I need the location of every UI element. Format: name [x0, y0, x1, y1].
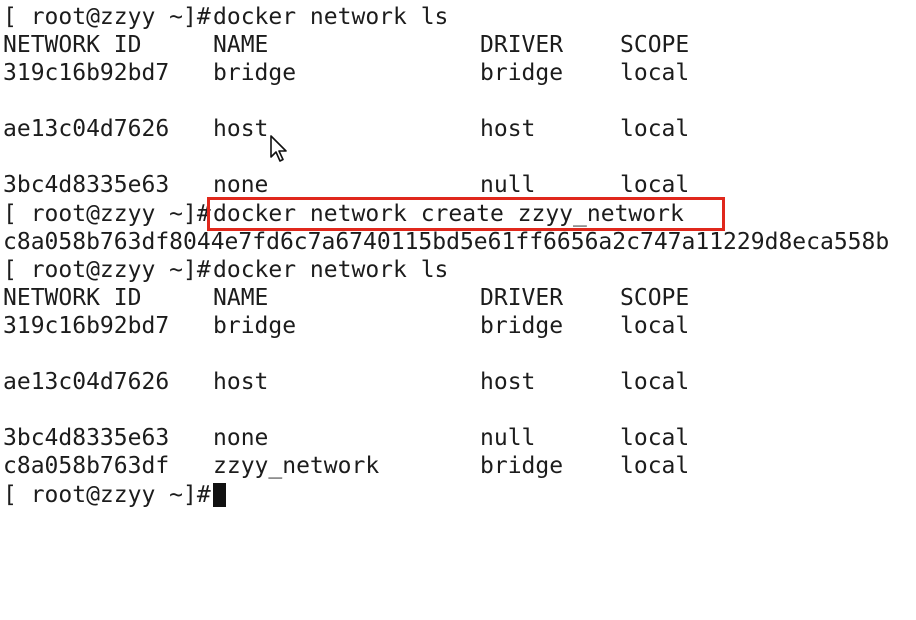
network-driver: bridge [480, 313, 564, 339]
network-id: c8a058b763df [3, 453, 170, 479]
prompt-line: [ root@zzyy ~]# docker network ls [3, 3, 448, 31]
network-scope: local [620, 60, 690, 86]
network-id: 3bc4d8335e63 [3, 425, 170, 451]
mouse-pointer-icon [270, 135, 287, 162]
prompt: [ root@zzyy ~]# [3, 4, 225, 30]
header-name: NAME [213, 32, 269, 58]
active-prompt-line[interactable]: [ root@zzyy ~]# [3, 481, 226, 509]
network-scope: local [620, 425, 690, 451]
network-id: ae13c04d7626 [3, 116, 170, 142]
table-row: 319c16b92bd7 bridge bridge local [3, 59, 689, 87]
table-row: 3bc4d8335e63 none null local [3, 424, 689, 452]
network-name: host [213, 116, 269, 142]
network-scope: local [620, 313, 690, 339]
table-row: 3bc4d8335e63 none null local [3, 171, 689, 199]
network-driver: null [480, 425, 536, 451]
network-scope: local [620, 172, 690, 198]
header-network-id: NETWORK ID [3, 32, 142, 58]
network-id: 319c16b92bd7 [3, 60, 170, 86]
table-row: c8a058b763df zzyy_network bridge local [3, 452, 689, 480]
command-output: c8a058b763df8044e7fd6c7a6740115bd5e61ff6… [3, 228, 889, 256]
prompt: [ root@zzyy ~]# [3, 482, 225, 508]
network-name: none [213, 425, 269, 451]
highlight-annotation-box [207, 197, 725, 231]
block-cursor [213, 481, 226, 509]
network-driver: null [480, 172, 536, 198]
prompt: [ root@zzyy ~]# [3, 201, 225, 227]
prompt-line: [ root@zzyy ~]# docker network create zz… [3, 200, 684, 228]
header-name: NAME [213, 285, 269, 311]
prompt: [ root@zzyy ~]# [3, 257, 225, 283]
prompt-line: [ root@zzyy ~]# docker network ls [3, 256, 448, 284]
network-id: 319c16b92bd7 [3, 313, 170, 339]
network-name: bridge [213, 60, 297, 86]
network-name: host [213, 369, 269, 395]
table-header: NETWORK ID NAME DRIVER SCOPE [3, 284, 689, 312]
network-driver: bridge [480, 453, 564, 479]
header-network-id: NETWORK ID [3, 285, 142, 311]
network-driver: host [480, 369, 536, 395]
header-driver: DRIVER [480, 32, 564, 58]
header-driver: DRIVER [480, 285, 564, 311]
network-driver: bridge [480, 60, 564, 86]
table-row: 319c16b92bd7 bridge bridge local [3, 312, 689, 340]
network-id: 3bc4d8335e63 [3, 172, 170, 198]
network-name: zzyy_network [213, 453, 380, 479]
table-header: NETWORK ID NAME DRIVER SCOPE [3, 31, 689, 59]
terminal-window[interactable]: [ root@zzyy ~]# docker network ls NETWOR… [0, 0, 916, 518]
network-scope: local [620, 116, 690, 142]
network-name: none [213, 172, 269, 198]
header-scope: SCOPE [620, 32, 690, 58]
command-text: docker network ls [213, 257, 449, 283]
network-id: ae13c04d7626 [3, 369, 170, 395]
table-row: ae13c04d7626 host host local [3, 368, 689, 396]
created-network-id: c8a058b763df8044e7fd6c7a6740115bd5e61ff6… [3, 229, 890, 255]
network-scope: local [620, 453, 690, 479]
command-text: docker network ls [213, 4, 449, 30]
header-scope: SCOPE [620, 285, 690, 311]
network-driver: host [480, 116, 536, 142]
table-row: ae13c04d7626 host host local [3, 115, 689, 143]
network-scope: local [620, 369, 690, 395]
network-name: bridge [213, 313, 297, 339]
